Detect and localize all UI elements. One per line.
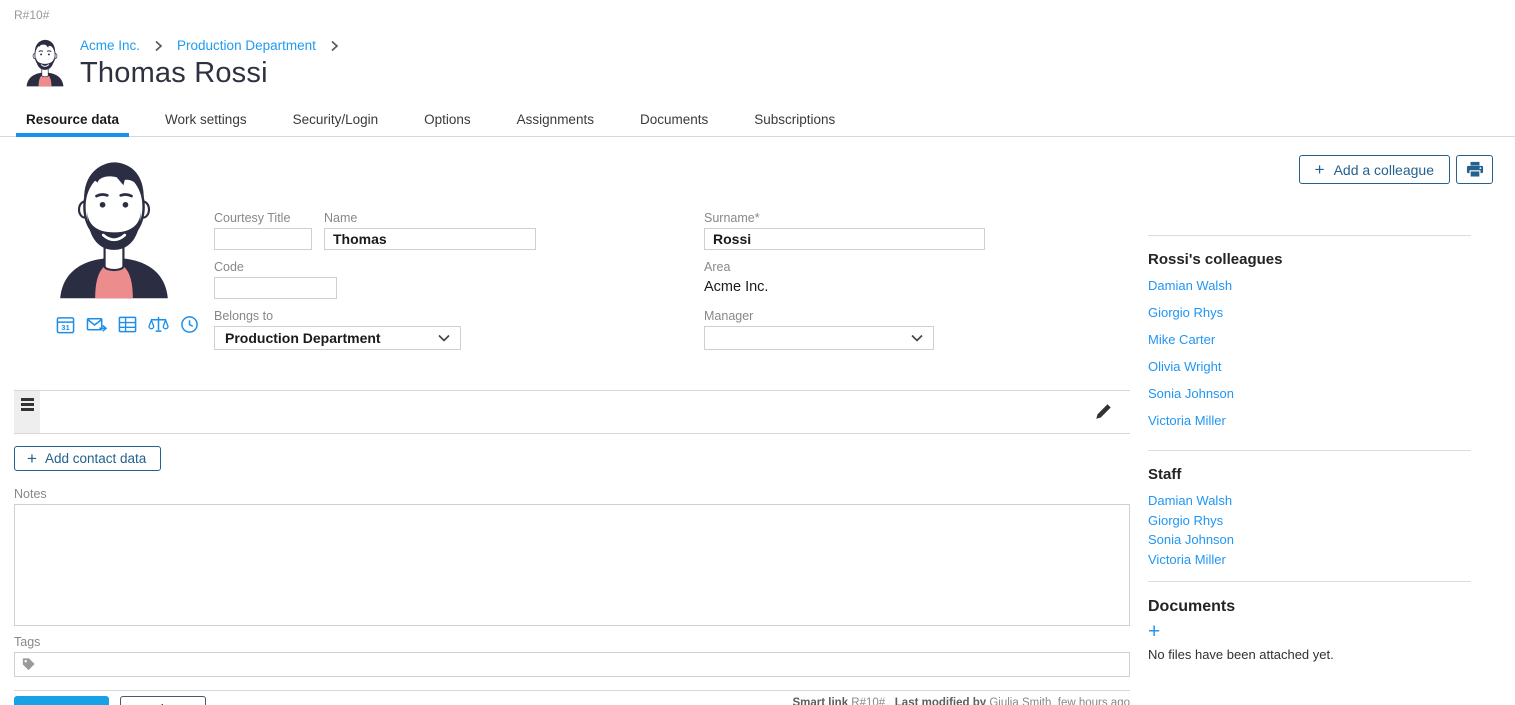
save-button[interactable]: Save <box>14 696 109 705</box>
tab-security-login[interactable]: Security/Login <box>293 106 379 136</box>
belongs-to-select[interactable]: Production Department <box>214 326 461 350</box>
add-colleague-button[interactable]: + Add a colleague <box>1299 155 1450 184</box>
area-label: Area <box>704 260 1130 274</box>
colleague-link[interactable]: Mike Carter <box>1148 332 1471 347</box>
scales-icon[interactable] <box>148 315 169 334</box>
tab-documents[interactable]: Documents <box>640 106 708 136</box>
add-contact-data-button[interactable]: + Add contact data <box>14 446 161 471</box>
table-icon[interactable] <box>118 315 137 334</box>
sidebar-divider <box>1148 581 1471 582</box>
resource-avatar-small <box>22 36 68 88</box>
page-title: Thomas Rossi <box>80 57 353 90</box>
staff-link[interactable]: Victoria Miller <box>1148 552 1471 567</box>
code-label: Code <box>214 260 704 274</box>
contact-data-section <box>14 390 1130 434</box>
tab-bar: Resource data Work settings Security/Log… <box>0 106 1515 137</box>
documents-heading: Documents <box>1148 598 1471 616</box>
chevron-down-icon <box>911 334 923 342</box>
tags-input[interactable] <box>41 657 1123 672</box>
staff-heading: Staff <box>1148 466 1471 483</box>
colleagues-list: Damian Walsh Giorgio Rhys Mike Carter Ol… <box>1148 278 1471 450</box>
add-contact-data-label: Add contact data <box>45 451 146 466</box>
page-header: Acme Inc. Production Department Thomas R… <box>22 36 1515 90</box>
smart-link-value: R#10# <box>851 697 885 705</box>
notes-label: Notes <box>14 487 1130 501</box>
surname-label: Surname* <box>704 211 1130 225</box>
sidebar-divider <box>1148 235 1471 236</box>
add-document-icon[interactable]: + <box>1148 622 1160 642</box>
edit-pencil-icon[interactable] <box>1095 403 1112 425</box>
belongs-to-value: Production Department <box>225 330 381 346</box>
svg-text:31: 31 <box>61 323 70 332</box>
resource-form: 31 <box>14 153 1130 705</box>
tab-assignments[interactable]: Assignments <box>517 106 594 136</box>
staff-link[interactable]: Sonia Johnson <box>1148 532 1471 547</box>
chevron-right-icon <box>330 40 339 52</box>
colleagues-heading: Rossi's colleagues <box>1148 251 1471 268</box>
calendar-icon[interactable]: 31 <box>56 315 75 334</box>
staff-link[interactable]: Giorgio Rhys <box>1148 513 1471 528</box>
staff-link[interactable]: Damian Walsh <box>1148 493 1471 508</box>
resource-avatar-large[interactable] <box>40 153 188 301</box>
breadcrumb-link-department[interactable]: Production Department <box>177 38 316 53</box>
smart-reference: R#10# <box>14 8 49 22</box>
last-modified-label: Last modified by <box>895 697 986 705</box>
surname-field[interactable] <box>704 228 985 250</box>
notes-textarea[interactable] <box>14 504 1130 626</box>
courtesy-title-field[interactable] <box>214 228 312 250</box>
tags-label: Tags <box>14 635 1130 649</box>
chevron-right-icon <box>154 40 163 52</box>
tag-icon <box>21 657 36 672</box>
drag-handle-icon[interactable] <box>14 391 40 433</box>
name-label: Name <box>324 211 536 225</box>
name-field[interactable] <box>324 228 536 250</box>
colleague-link[interactable]: Giorgio Rhys <box>1148 305 1471 320</box>
printer-icon <box>1466 161 1484 178</box>
send-mail-icon[interactable] <box>86 315 107 334</box>
last-modified-time: few hours ago <box>1058 697 1130 705</box>
colleague-link[interactable]: Damian Walsh <box>1148 278 1471 293</box>
tab-work-settings[interactable]: Work settings <box>165 106 247 136</box>
plus-icon: + <box>27 450 37 467</box>
staff-list: Damian Walsh Giorgio Rhys Sonia Johnson … <box>1148 493 1471 581</box>
colleague-link[interactable]: Victoria Miller <box>1148 413 1471 428</box>
breadcrumb: Acme Inc. Production Department <box>80 38 353 53</box>
colleague-link[interactable]: Sonia Johnson <box>1148 386 1471 401</box>
manager-select[interactable] <box>704 326 934 350</box>
code-field[interactable] <box>214 277 337 299</box>
delete-button[interactable]: Delete <box>120 696 206 705</box>
tab-subscriptions[interactable]: Subscriptions <box>754 106 835 136</box>
tab-options[interactable]: Options <box>424 106 471 136</box>
tags-input-box[interactable] <box>14 652 1130 677</box>
area-value: Acme Inc. <box>704 277 1130 295</box>
manager-label: Manager <box>704 309 1130 323</box>
tab-resource-data[interactable]: Resource data <box>26 106 119 136</box>
documents-empty-message: No files have been attached yet. <box>1148 647 1471 662</box>
colleague-link[interactable]: Olivia Wright <box>1148 359 1471 374</box>
print-button[interactable] <box>1456 155 1493 184</box>
breadcrumb-link-company[interactable]: Acme Inc. <box>80 38 140 53</box>
add-colleague-label: Add a colleague <box>1334 162 1434 178</box>
chevron-down-icon <box>438 334 450 342</box>
record-status: Smart link R#10# Last modified by Giulia… <box>792 696 1130 705</box>
plus-icon: + <box>1315 161 1325 178</box>
sidebar-divider <box>1148 450 1471 451</box>
clock-icon[interactable] <box>180 315 199 334</box>
right-sidebar: + Add a colleague Rossi's colleagues Dam… <box>1148 153 1493 705</box>
courtesy-title-label: Courtesy Title <box>214 211 312 225</box>
belongs-to-label: Belongs to <box>214 309 704 323</box>
smart-link-label: Smart link <box>792 697 848 705</box>
last-modified-user: Giulia Smith <box>989 697 1051 705</box>
